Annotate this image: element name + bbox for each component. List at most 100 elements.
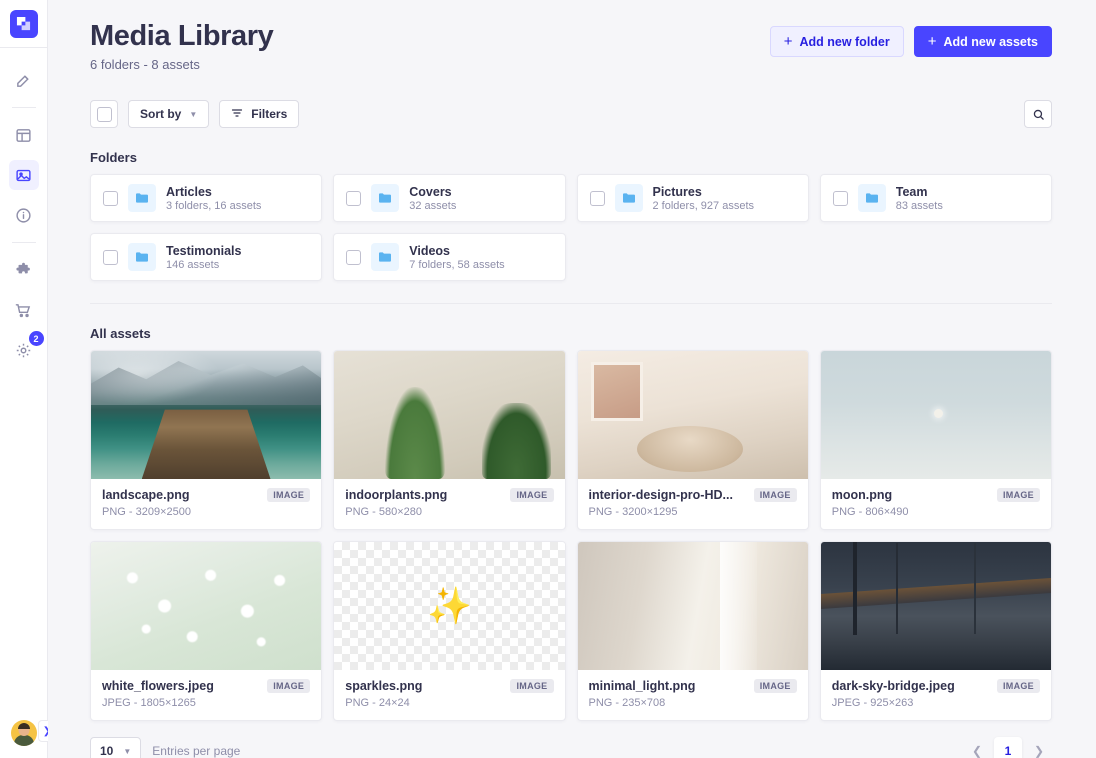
sidebar-item-settings[interactable]: 2 [9, 331, 44, 365]
logo-container [0, 0, 48, 48]
folder-card[interactable]: Covers 32 assets [333, 174, 566, 223]
asset-title-row: dark-sky-bridge.jpeg IMAGE [832, 679, 1040, 694]
chevron-left-icon[interactable]: ❮ [964, 738, 990, 758]
asset-name: indoorplants.png [345, 488, 448, 503]
asset-thumbnail [577, 351, 808, 480]
asset-card[interactable]: indoorplants.png IMAGE PNG - 580×280 [333, 350, 566, 531]
chevron-right-icon[interactable]: ❯ [1026, 738, 1052, 758]
asset-meta: PNG - 24×24 [345, 697, 410, 710]
filters-label: Filters [251, 107, 288, 122]
folder-meta: 3 folders, 16 assets [166, 199, 262, 212]
folder-checkbox[interactable] [832, 190, 848, 206]
add-new-folder-label: Add new folder [799, 34, 890, 49]
sidebar-item-plugins[interactable] [9, 255, 39, 285]
select-all-checkbox[interactable] [90, 100, 118, 129]
asset-thumbnail [820, 351, 1051, 480]
asset-name: landscape.png [102, 488, 190, 503]
search-icon[interactable] [1024, 100, 1052, 129]
folders-grid: Articles 3 folders, 16 assets Covers 32 ass… [90, 174, 1052, 282]
folder-card[interactable]: Testimonials 146 assets [90, 233, 323, 282]
folder-card[interactable]: Videos 7 folders, 58 assets [333, 233, 566, 282]
sidebar-item-content-manager-edit[interactable] [9, 65, 39, 95]
sidebar-item-media-library[interactable] [8, 160, 39, 190]
add-new-folder-button[interactable]: + Add new folder [769, 26, 904, 57]
toolbar: Sort by ▼ Filters [90, 100, 1052, 129]
asset-title-row: sparkles.png IMAGE [345, 679, 554, 694]
asset-card[interactable]: ✨ sparkles.png IMAGE PNG - 24×24 [333, 541, 566, 722]
asset-thumbnail [334, 351, 565, 480]
asset-type-badge: IMAGE [267, 488, 311, 503]
sidebar-item-content-type-builder[interactable] [9, 120, 39, 150]
folder-checkbox[interactable] [589, 190, 605, 206]
asset-type-badge: IMAGE [267, 679, 311, 694]
asset-title-row: minimal_light.png IMAGE [589, 679, 797, 694]
add-new-assets-button[interactable]: + Add new assets [913, 26, 1052, 57]
filters-button[interactable]: Filters [219, 100, 300, 129]
folder-checkbox[interactable] [103, 190, 118, 206]
section-divider [90, 303, 1052, 305]
folder-name: Team [895, 184, 928, 199]
asset-card[interactable]: landscape.png IMAGE PNG - 3209×2500 [90, 350, 323, 531]
sort-by-label: Sort by [140, 107, 182, 122]
folder-card[interactable]: Articles 3 folders, 16 assets [90, 174, 323, 223]
folder-icon [371, 243, 400, 272]
main-sidebar: 2 ❯ [0, 0, 56, 758]
asset-info: landscape.png IMAGE PNG - 3209×2500 [91, 479, 321, 529]
folder-name: Pictures [652, 184, 702, 199]
asset-meta: PNG - 3200×1295 [588, 506, 678, 519]
pagination-footer: 10 ▼ Entries per page ❮ 1 ❯ [90, 737, 1052, 758]
sort-by-dropdown[interactable]: Sort by ▼ [128, 100, 210, 129]
asset-type-badge: IMAGE [510, 679, 554, 694]
folder-checkbox[interactable] [346, 190, 362, 206]
folders-section-label: Folders [90, 150, 137, 166]
entries-per-page-group: 10 ▼ Entries per page [90, 737, 240, 758]
folder-checkbox[interactable] [103, 249, 118, 265]
add-new-assets-label: Add new assets [943, 34, 1038, 49]
folder-icon [128, 243, 156, 272]
folder-meta: 2 folders, 927 assets [652, 199, 755, 212]
asset-card[interactable]: moon.png IMAGE PNG - 806×490 [819, 350, 1052, 531]
page-header: Media Library 6 folders - 8 assets + Add… [90, 0, 1052, 72]
folder-icon [371, 184, 400, 213]
asset-meta: PNG - 3209×2500 [102, 506, 191, 519]
page-title: Media Library [90, 20, 274, 52]
chevron-down-icon: ▼ [123, 746, 132, 756]
asset-meta: JPEG - 1805×1265 [102, 697, 196, 710]
sidebar-divider-2 [11, 242, 36, 243]
asset-card[interactable]: interior-design-pro-HD... IMAGE PNG - 3200… [576, 350, 809, 531]
user-avatar[interactable] [11, 720, 37, 746]
asset-name: interior-design-pro-HD... [588, 488, 733, 503]
asset-title-row: landscape.png IMAGE [102, 488, 311, 503]
sidebar-item-marketplace[interactable] [9, 295, 39, 325]
asset-card[interactable]: dark-sky-bridge.jpeg IMAGE JPEG - 925×263 [819, 541, 1052, 722]
folder-meta: 83 assets [895, 199, 943, 212]
asset-card[interactable]: white_flowers.jpeg IMAGE JPEG - 1805×1265 [90, 541, 323, 722]
entries-per-page-select[interactable]: 10 ▼ [90, 737, 142, 758]
asset-thumbnail [91, 542, 322, 671]
asset-meta: PNG - 235×708 [588, 697, 666, 710]
folder-name: Testimonials [166, 243, 242, 258]
folder-card[interactable]: Team 83 assets [819, 174, 1052, 223]
folder-text: Articles 3 folders, 16 assets [166, 185, 261, 212]
entries-per-page-label: Entries per page [152, 744, 241, 758]
asset-card[interactable]: minimal_light.png IMAGE PNG - 235×708 [576, 541, 809, 722]
asset-info: interior-design-pro-HD... IMAGE PNG - 3200… [578, 479, 808, 529]
asset-info: moon.png IMAGE PNG - 806×490 [821, 479, 1051, 529]
strapi-logo-icon[interactable] [9, 9, 38, 38]
asset-name: white_flowers.jpeg [102, 679, 214, 694]
asset-title-row: indoorplants.png IMAGE [345, 488, 554, 503]
main-content: Media Library 6 folders - 8 assets + Add… [48, 0, 1096, 758]
sidebar-item-documentation[interactable] [9, 200, 39, 230]
asset-thumbnail [577, 542, 808, 671]
assets-grid: landscape.png IMAGE PNG - 3209×2500 indoorp… [90, 350, 1052, 722]
asset-type-badge: IMAGE [996, 488, 1040, 503]
folder-name: Videos [409, 243, 451, 258]
asset-type-badge: IMAGE [996, 679, 1040, 694]
toolbar-left-group: Sort by ▼ Filters [90, 100, 300, 129]
plus-icon: + [783, 33, 793, 50]
page-number-1[interactable]: 1 [994, 737, 1022, 758]
pagination-controls: ❮ 1 ❯ [964, 737, 1052, 758]
asset-title-row: white_flowers.jpeg IMAGE [102, 679, 311, 694]
folder-card[interactable]: Pictures 2 folders, 927 assets [576, 174, 809, 223]
folder-checkbox[interactable] [346, 249, 362, 265]
